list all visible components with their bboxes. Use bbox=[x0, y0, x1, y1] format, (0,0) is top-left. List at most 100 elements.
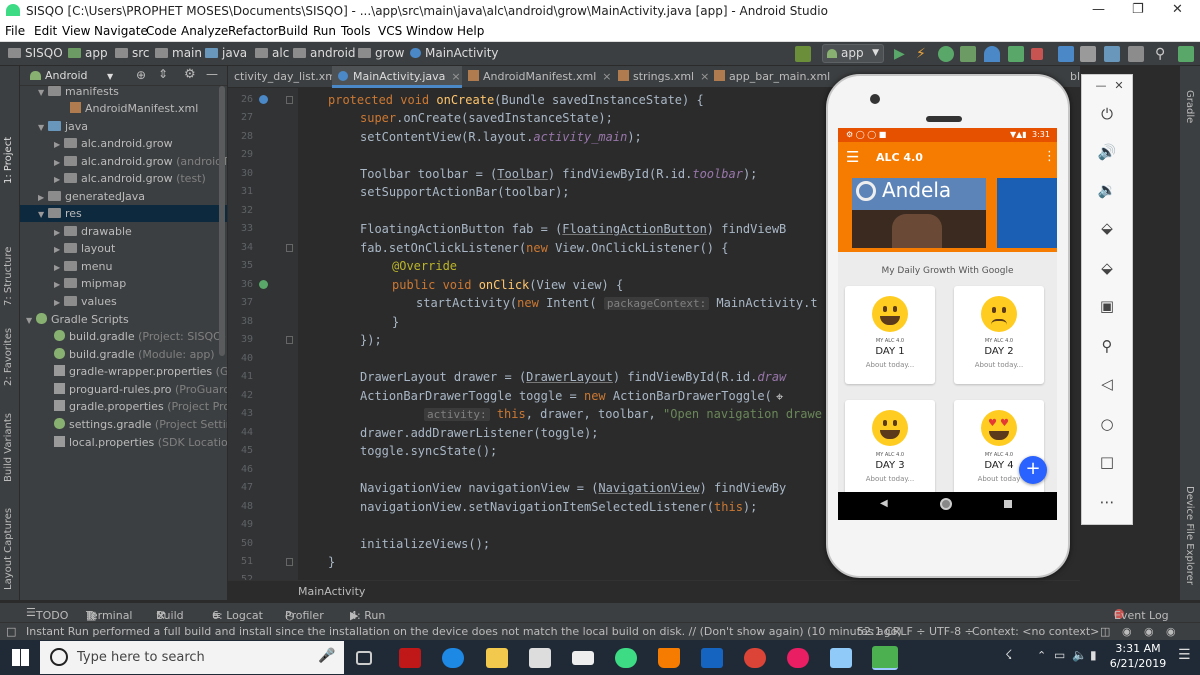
notes-icon[interactable] bbox=[830, 648, 852, 668]
tab-androidmanifest[interactable]: AndroidManifest.xml × bbox=[462, 66, 612, 88]
tree-item-java[interactable]: ▼ java bbox=[38, 118, 88, 135]
banner-image-laptop[interactable] bbox=[997, 178, 1057, 248]
status-icon[interactable]: □ bbox=[6, 625, 16, 638]
close-icon[interactable]: ✕ bbox=[1172, 2, 1183, 17]
volume-down-icon[interactable]: 🔉 bbox=[1096, 181, 1118, 201]
tree-item-build-gradle-project[interactable]: build.gradle (Project: SISQO) bbox=[54, 328, 226, 345]
menu-view[interactable]: View bbox=[62, 24, 90, 38]
tree-item-local-properties[interactable]: local.properties (SDK Location) bbox=[54, 434, 227, 451]
day-card-3[interactable]: MY ALC 4.0 DAY 3 About today... bbox=[845, 400, 935, 498]
tool-device-file-explorer[interactable]: Device File Explorer bbox=[1184, 486, 1195, 585]
power-icon[interactable]: ⏻ bbox=[1096, 105, 1118, 125]
fold-marker-icon[interactable] bbox=[286, 244, 293, 252]
chrome-icon[interactable] bbox=[744, 648, 766, 668]
breadcrumb-sisqo[interactable]: SISQO bbox=[8, 46, 63, 60]
notifications-icon[interactable]: ☰ bbox=[1178, 647, 1191, 663]
media-player-icon[interactable] bbox=[787, 648, 809, 668]
file-explorer-icon[interactable] bbox=[486, 648, 508, 668]
overflow-menu-icon[interactable]: ⋮ bbox=[1043, 149, 1056, 164]
close-icon[interactable]: × bbox=[602, 70, 611, 83]
search-icon[interactable]: ⚲ bbox=[1155, 46, 1171, 62]
breadcrumb-src[interactable]: src bbox=[115, 46, 150, 60]
tree-scrollbar[interactable] bbox=[219, 86, 225, 356]
overview-icon[interactable]: □ bbox=[1096, 453, 1118, 473]
hide-icon[interactable]: — bbox=[206, 67, 218, 81]
menu-edit[interactable]: Edit bbox=[34, 24, 57, 38]
inspector-icon[interactable]: ◉ bbox=[1166, 625, 1176, 638]
tab-mainactivity[interactable]: MainActivity.java × bbox=[332, 66, 462, 88]
zoom-icon[interactable]: ⚲ bbox=[1096, 337, 1118, 357]
fold-marker-icon[interactable] bbox=[286, 558, 293, 566]
gear-icon[interactable]: ⚙ bbox=[184, 67, 196, 82]
profile-icon[interactable] bbox=[984, 46, 1000, 62]
breadcrumb-java[interactable]: java bbox=[205, 46, 247, 60]
tree-item-values[interactable]: ▶ values bbox=[54, 293, 117, 310]
menu-refactor[interactable]: Refactor bbox=[228, 24, 278, 38]
sync-icon[interactable] bbox=[1058, 46, 1074, 62]
mcafee-icon[interactable] bbox=[399, 648, 421, 668]
context-indicator[interactable]: Context: <no context> bbox=[972, 625, 1099, 638]
menu-code[interactable]: Code bbox=[146, 24, 177, 38]
tree-item-package-test[interactable]: ▶ alc.android.grow (test) bbox=[54, 170, 206, 187]
debug-icon[interactable] bbox=[938, 46, 954, 62]
store-icon[interactable] bbox=[529, 648, 551, 668]
tool-structure[interactable]: 7: Structure bbox=[3, 247, 14, 306]
mail-icon[interactable] bbox=[572, 651, 594, 665]
back-icon[interactable]: ◁ bbox=[1096, 375, 1118, 395]
clock-time[interactable]: 3:31 AM bbox=[1104, 642, 1172, 655]
app-icon[interactable] bbox=[1178, 46, 1194, 62]
volume-up-icon[interactable]: 🔊 bbox=[1096, 143, 1118, 163]
tree-item-menu[interactable]: ▶ menu bbox=[54, 258, 112, 275]
project-view-select[interactable]: Android ▼ bbox=[45, 69, 113, 82]
tree-item-res[interactable]: ▼ res bbox=[20, 205, 227, 222]
clock-date[interactable]: 6/21/2019 bbox=[1104, 657, 1172, 670]
tree-item-gradle-wrapper[interactable]: gradle-wrapper.properties (Gradle bbox=[54, 363, 227, 380]
minimize-icon[interactable]: — bbox=[1092, 2, 1105, 17]
more-icon[interactable]: ⋯ bbox=[1096, 493, 1118, 513]
layout-inspector-icon[interactable] bbox=[1128, 46, 1144, 62]
tree-item-mipmap[interactable]: ▶ mipmap bbox=[54, 275, 126, 292]
tree-item-proguard[interactable]: proguard-rules.pro (ProGuard Ru bbox=[54, 381, 227, 398]
day-card-2[interactable]: MY ALC 4.0 DAY 2 About today... bbox=[954, 286, 1044, 384]
task-view-icon[interactable] bbox=[356, 651, 372, 665]
line-separator[interactable]: CRLF ÷ bbox=[885, 625, 926, 638]
tab-strings[interactable]: strings.xml × bbox=[612, 66, 709, 88]
vlc-icon[interactable] bbox=[658, 648, 680, 668]
hamburger-menu-icon[interactable]: ☰ bbox=[846, 148, 859, 166]
file-encoding[interactable]: UTF-8 ÷ bbox=[929, 625, 974, 638]
menu-analyze[interactable]: Analyze bbox=[181, 24, 228, 38]
banner-image-andela[interactable]: Andela bbox=[852, 178, 986, 248]
taskbar-search-box[interactable]: Type here to search 🎤 bbox=[40, 641, 344, 674]
tab-overflow[interactable]: bl bbox=[1064, 66, 1080, 88]
close-icon[interactable]: ✕ bbox=[1108, 79, 1130, 99]
volume-icon[interactable]: 🔈 bbox=[1072, 648, 1087, 662]
restore-icon[interactable]: ❐ bbox=[1132, 2, 1144, 17]
breadcrumb-main[interactable]: main bbox=[155, 46, 202, 60]
rotate-left-icon[interactable]: ⬙ bbox=[1096, 219, 1118, 239]
tree-item-build-gradle-module[interactable]: build.gradle (Module: app) bbox=[54, 346, 215, 363]
menu-vcs[interactable]: VCS bbox=[378, 24, 402, 38]
tree-item-layout[interactable]: ▶ layout bbox=[54, 240, 115, 257]
nav-recents-icon[interactable] bbox=[1004, 500, 1012, 508]
apply-changes-icon[interactable]: ⚡ bbox=[916, 46, 932, 62]
run-config-select[interactable]: app ▼ bbox=[822, 44, 884, 63]
nav-back-icon[interactable]: ◀ bbox=[880, 498, 888, 509]
battery-icon[interactable]: ▮ bbox=[1090, 648, 1097, 662]
menu-build[interactable]: Build bbox=[278, 24, 308, 38]
menu-help[interactable]: Help bbox=[457, 24, 484, 38]
avd-manager-icon[interactable] bbox=[1080, 46, 1096, 62]
tab-app-bar-main[interactable]: app_bar_main.xml bbox=[708, 66, 830, 88]
people-icon[interactable]: ☇ bbox=[1005, 648, 1012, 663]
stop-icon[interactable] bbox=[1031, 48, 1043, 60]
tool-todo[interactable]: ☰ TODO bbox=[26, 606, 68, 622]
tray-chevron-icon[interactable]: ⌃ bbox=[1037, 649, 1046, 662]
editor-breadcrumb[interactable]: MainActivity bbox=[298, 585, 365, 598]
day-card-1[interactable]: MY ALC 4.0 DAY 1 About today... bbox=[845, 286, 935, 384]
emulator-screen[interactable]: ⚙ ◯ ◯ ■ 3:31 ▼▲▮ ☰ ALC 4.0 ⋮ Andela My D… bbox=[838, 128, 1057, 520]
camera-icon[interactable]: ▣ bbox=[1096, 297, 1118, 317]
target-icon[interactable]: ⊕ bbox=[136, 68, 146, 82]
status-message[interactable]: Instant Run performed a full build and i… bbox=[26, 625, 902, 638]
close-icon[interactable]: × bbox=[451, 70, 460, 83]
breadcrumb-app[interactable]: app bbox=[68, 46, 108, 60]
memory-icon[interactable]: ◉ bbox=[1144, 625, 1154, 638]
